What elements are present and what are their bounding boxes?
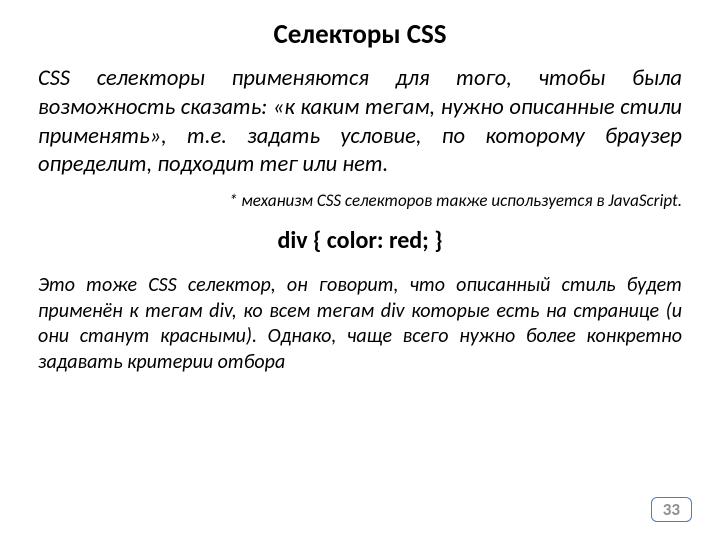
explanation-paragraph: Это тоже CSS селектор, он говорит, что о… [38, 273, 682, 375]
page-number-badge: 33 [651, 497, 692, 522]
slide-title: Селекторы CSS [38, 18, 682, 51]
intro-paragraph: CSS селекторы применяются для того, чтоб… [38, 65, 682, 180]
code-example: div { color: red; } [38, 226, 682, 255]
footnote: * механизм CSS селекторов также использу… [38, 190, 682, 212]
